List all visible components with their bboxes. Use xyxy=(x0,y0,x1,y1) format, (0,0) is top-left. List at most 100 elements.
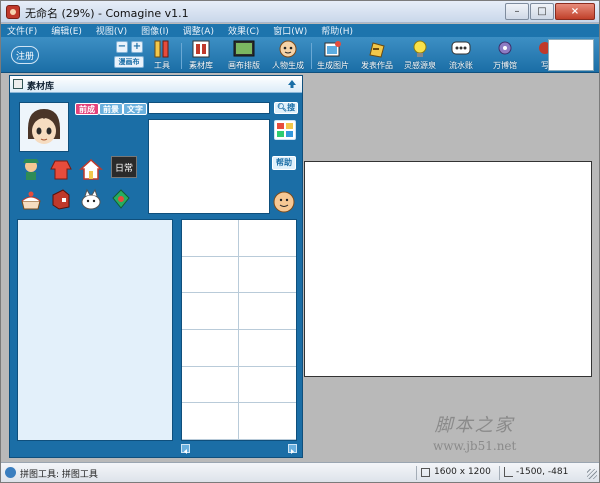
tool-museum[interactable]: 万博馆 xyxy=(493,39,517,73)
page-prev-button[interactable] xyxy=(181,444,190,454)
status-tool-text: 拼图工具: 拼图工具 xyxy=(20,470,98,480)
drawing-canvas[interactable] xyxy=(304,161,592,377)
grid-cell[interactable] xyxy=(182,293,239,330)
grid-cell[interactable] xyxy=(182,220,239,257)
status-separator xyxy=(499,466,500,480)
grid-cell[interactable] xyxy=(239,403,296,440)
search-icon: 🔍︎ xyxy=(276,103,288,112)
tool-journal[interactable]: 流水账 xyxy=(449,39,473,73)
info-icon xyxy=(5,467,16,478)
grid-cell[interactable] xyxy=(182,403,239,440)
filter-chip-pre[interactable]: 前成 xyxy=(75,103,99,115)
menu-image[interactable]: 图像(I) xyxy=(141,24,169,37)
category-clothing-icon[interactable] xyxy=(48,156,74,182)
grid-cell[interactable] xyxy=(239,330,296,367)
app-window: 无命名 (29%) - Comagine v1.1 – □ × 文件(F) 编辑… xyxy=(0,0,600,483)
tool-tools[interactable]: 工具 xyxy=(151,39,173,73)
material-library-icon xyxy=(190,39,212,59)
toolbar-separator xyxy=(311,43,312,69)
window-controls: – □ × xyxy=(505,3,595,20)
watermark: 脚本之家 www.jb51.net xyxy=(433,411,516,453)
face-button[interactable] xyxy=(272,190,296,214)
resize-grip[interactable] xyxy=(587,469,597,479)
maximize-button[interactable]: □ xyxy=(530,3,554,20)
status-coordinates: -1500, -481 xyxy=(516,467,569,477)
generate-image-icon xyxy=(322,39,344,59)
tool-inspiration[interactable]: 灵感源泉 xyxy=(404,39,436,73)
color-palette-icon xyxy=(277,123,293,137)
main-toolbar: 注册 − + 漫画布 工具 素材库 画布排版 人物生成 生成图片 发表作品 灵感… xyxy=(1,37,599,73)
arrow-left-icon xyxy=(184,449,187,454)
panel-header: 素材库 xyxy=(10,76,302,93)
category-animals-icon[interactable] xyxy=(78,186,104,212)
coordinates-icon xyxy=(504,467,513,477)
collapse-up-icon[interactable] xyxy=(287,79,297,89)
grid-cell[interactable] xyxy=(182,366,239,404)
window-title: 无命名 (29%) - Comagine v1.1 xyxy=(25,7,189,20)
page-next-button[interactable] xyxy=(288,444,297,454)
status-canvas-size: 1600 x 1200 xyxy=(434,467,491,477)
panel-icon xyxy=(13,79,23,89)
category-items-icon[interactable] xyxy=(48,186,74,212)
grid-cell[interactable] xyxy=(239,293,296,330)
color-palette-button[interactable] xyxy=(274,120,296,140)
watermark-name: 脚本之家 xyxy=(434,415,515,436)
menu-window[interactable]: 窗口(W) xyxy=(273,24,307,37)
grid-cell[interactable] xyxy=(239,220,296,257)
title-bar[interactable]: 无命名 (29%) - Comagine v1.1 – □ × xyxy=(1,1,599,23)
grid-cell[interactable] xyxy=(182,256,239,294)
character-avatar[interactable] xyxy=(19,102,69,152)
material-search-input[interactable] xyxy=(148,102,270,114)
arrow-right-icon xyxy=(291,449,294,454)
face-icon xyxy=(273,191,295,213)
canvas-size-icon xyxy=(421,468,430,477)
panel-title: 素材库 xyxy=(27,82,55,92)
tool-generate-image[interactable]: 生成图片 xyxy=(317,39,349,73)
category-building-icon[interactable] xyxy=(78,156,104,182)
canvas-layout-icon xyxy=(233,39,255,59)
material-list[interactable] xyxy=(17,219,173,441)
museum-icon xyxy=(494,39,516,59)
material-panel: 素材库 前成 前景 文字 🔍︎搜 帮助 日常 xyxy=(9,75,303,458)
menu-help[interactable]: 帮助(H) xyxy=(321,24,353,37)
tools-icon xyxy=(151,39,173,59)
watermark-url: www.jb51.net xyxy=(433,439,517,453)
tool-material-library[interactable]: 素材库 xyxy=(189,39,213,73)
tool-publish-work[interactable]: 发表作品 xyxy=(361,39,393,73)
inspiration-icon xyxy=(409,39,431,59)
grid-cell[interactable] xyxy=(239,367,296,404)
status-separator xyxy=(416,466,417,480)
toolbar-thumbnail xyxy=(548,39,594,71)
menu-bar: 文件(F) 编辑(E) 视图(V) 图像(I) 调整(A) 效果(C) 窗口(W… xyxy=(1,24,599,37)
grid-cell[interactable] xyxy=(239,257,296,294)
help-button[interactable]: 帮助 xyxy=(272,156,296,170)
toolbar-separator xyxy=(181,43,182,69)
category-daily-button[interactable]: 日常 xyxy=(111,156,137,178)
filter-chip-foreground[interactable]: 前景 xyxy=(99,103,123,115)
grid-cell[interactable] xyxy=(182,330,239,367)
search-button[interactable]: 🔍︎搜 xyxy=(274,102,298,114)
minimize-button[interactable]: – xyxy=(505,3,529,20)
filter-chip-text[interactable]: 文字 xyxy=(123,103,147,115)
zoom-in-button[interactable]: + xyxy=(131,41,143,53)
menu-effects[interactable]: 效果(C) xyxy=(228,24,259,37)
app-icon xyxy=(6,5,20,19)
canvas-button[interactable]: 漫画布 xyxy=(114,56,144,68)
category-food-icon[interactable] xyxy=(18,186,44,212)
menu-edit[interactable]: 编辑(E) xyxy=(51,24,82,37)
menu-file[interactable]: 文件(F) xyxy=(7,24,37,37)
canvas-tool-group: − + 漫画布 xyxy=(114,41,144,69)
menu-view[interactable]: 视图(V) xyxy=(96,24,127,37)
login-button[interactable]: 注册 xyxy=(11,46,39,64)
zoom-out-button[interactable]: − xyxy=(116,41,128,53)
category-plants-icon[interactable] xyxy=(108,186,134,212)
material-preview xyxy=(148,119,270,214)
tool-character-generator[interactable]: 人物生成 xyxy=(272,39,304,73)
menu-adjust[interactable]: 调整(A) xyxy=(183,24,214,37)
close-button[interactable]: × xyxy=(555,3,595,20)
character-generator-icon xyxy=(277,39,299,59)
tool-canvas-layout[interactable]: 画布排版 xyxy=(228,39,260,73)
material-grid[interactable] xyxy=(181,219,297,441)
category-people-icon[interactable] xyxy=(18,156,44,182)
status-bar: 拼图工具: 拼图工具 1600 x 1200 -1500, -481 xyxy=(1,462,599,482)
